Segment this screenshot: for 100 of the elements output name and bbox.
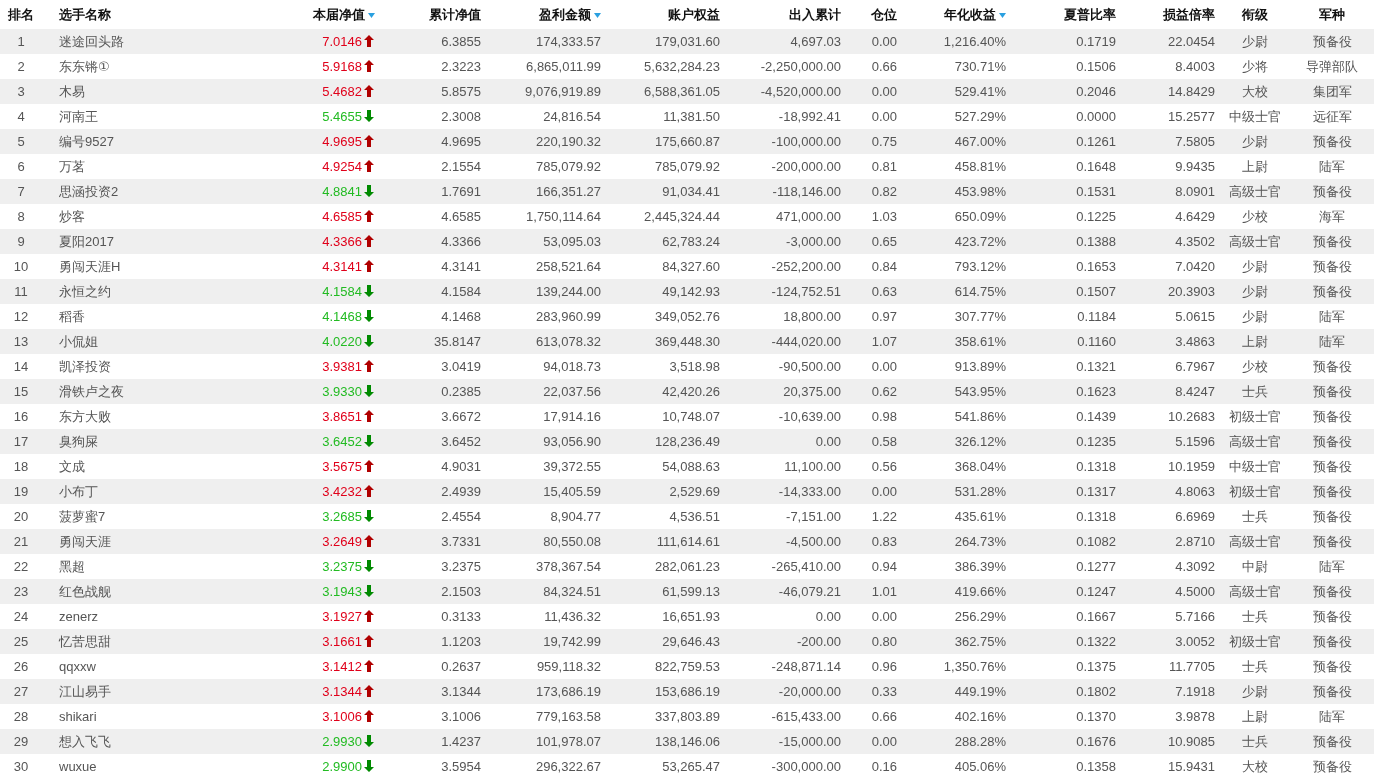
- table-cell: 海军: [1319, 208, 1345, 224]
- column-header: 损益倍率: [1163, 6, 1215, 22]
- table-cell: 22,037.56: [543, 384, 601, 399]
- table-cell: 6.6969: [1175, 509, 1215, 524]
- sort-icon[interactable]: [594, 12, 601, 18]
- table-cell: 少校: [1242, 358, 1268, 374]
- table-cell: 18: [13, 459, 29, 474]
- table-cell: 高级士官: [1229, 183, 1281, 199]
- table-cell: 6,588,361.05: [644, 84, 720, 99]
- table-cell: 16,651.93: [662, 609, 720, 624]
- table-cell: 4.9254: [322, 159, 362, 174]
- sort-icon[interactable]: [999, 12, 1006, 18]
- table-cell: 179,031.60: [654, 34, 720, 49]
- table-cell: 0.33: [871, 684, 897, 699]
- column-header: 衔级: [1242, 6, 1268, 22]
- table-cell: -118,146.00: [772, 184, 841, 199]
- table-cell: 369,448.30: [654, 334, 720, 349]
- table-cell: 3.1344: [322, 684, 362, 699]
- table-cell: 128,236.49: [654, 434, 720, 449]
- table-cell: 153,686.19: [654, 684, 720, 699]
- table-cell: 1.22: [871, 509, 897, 524]
- table-cell: 0.1318: [1076, 459, 1116, 474]
- table-cell: 木易: [59, 83, 85, 99]
- table-cell: 793.12%: [954, 259, 1006, 274]
- table-cell: 419.66%: [954, 584, 1006, 599]
- table-cell: 9.9435: [1175, 159, 1215, 174]
- table-cell: 0.00: [871, 109, 897, 124]
- table-cell: 上尉: [1242, 708, 1268, 724]
- table-cell: 256.29%: [954, 609, 1006, 624]
- sort-icon[interactable]: [368, 12, 375, 18]
- table-cell: 435.61%: [954, 509, 1006, 524]
- table-cell: 613,078.32: [535, 334, 601, 349]
- table-cell: 8.4247: [1175, 384, 1215, 399]
- table-cell: 28: [13, 709, 29, 724]
- column-header[interactable]: 本届净值: [313, 6, 365, 22]
- table-cell: 永恒之约: [59, 283, 111, 299]
- table-cell: 3.1344: [441, 684, 481, 699]
- table-cell: 河南王: [59, 108, 98, 124]
- table-cell: 4.9695: [322, 134, 362, 149]
- table-cell: -46,079.21: [778, 584, 841, 599]
- table-cell: 449.19%: [954, 684, 1006, 699]
- table-cell: 预备役: [1312, 258, 1352, 274]
- table-cell: 3.2685: [322, 509, 362, 524]
- table-cell: 258,521.64: [535, 259, 601, 274]
- table-cell: 5.4682: [322, 84, 362, 99]
- table-cell: -3,000.00: [786, 234, 841, 249]
- table-cell: 预备役: [1312, 658, 1352, 674]
- table-cell: 少校: [1242, 208, 1268, 224]
- table-cell: 0.58: [871, 434, 897, 449]
- table-cell: 0.00: [871, 484, 897, 499]
- table-cell: 138,146.06: [654, 734, 720, 749]
- table-cell: 0.1321: [1076, 359, 1116, 374]
- table-cell: 3.1927: [322, 609, 362, 624]
- table-cell: 8.4003: [1175, 59, 1215, 74]
- table-cell: 0.16: [871, 759, 897, 774]
- table-cell: 集团军: [1312, 83, 1352, 99]
- table-cell: 4.0220: [322, 334, 362, 349]
- table-cell: 402.16%: [954, 709, 1006, 724]
- table-cell: 0.1375: [1076, 659, 1116, 674]
- table-cell: 1.4237: [441, 734, 481, 749]
- table-cell: 4: [17, 109, 25, 124]
- table-cell: 785,079.92: [535, 159, 601, 174]
- table-cell: 江山易手: [59, 683, 111, 699]
- table-cell: 11: [14, 284, 28, 299]
- table-cell: 8: [17, 209, 25, 224]
- table-cell: 174,333.57: [535, 34, 601, 49]
- table-cell: 稻香: [59, 308, 85, 324]
- table-cell: 文成: [59, 458, 85, 474]
- table-cell: -100,000.00: [771, 134, 841, 149]
- table-cell: 111,614.61: [656, 534, 720, 549]
- table-cell: 预备役: [1312, 458, 1352, 474]
- table-cell: 166,351.27: [535, 184, 601, 199]
- table-cell: 7.1918: [1175, 684, 1215, 699]
- table-cell: 勇闯天涯: [59, 533, 111, 549]
- table-cell: 53,095.03: [543, 234, 601, 249]
- table-cell: 2.3223: [441, 59, 481, 74]
- column-header: 仓位: [871, 6, 897, 22]
- column-header: 排名: [8, 6, 34, 22]
- table-cell: 3.0419: [441, 359, 481, 374]
- table-cell: 3.6672: [441, 409, 481, 424]
- table-cell: 3.9330: [322, 384, 362, 399]
- table-cell: 7.0146: [322, 34, 362, 49]
- table-cell: 3.4232: [322, 484, 362, 499]
- table-cell: -124,752.51: [771, 284, 841, 299]
- table-cell: 4.3366: [441, 234, 481, 249]
- column-header[interactable]: 盈利金额: [539, 6, 591, 22]
- table-cell: 0.00: [871, 609, 897, 624]
- table-cell: 4.6585: [441, 209, 481, 224]
- table-cell: wuxue: [59, 759, 97, 774]
- table-cell: 预备役: [1312, 608, 1352, 624]
- table-cell: 4.1584: [441, 284, 481, 299]
- table-cell: 2,529.69: [669, 484, 720, 499]
- table-cell: 20,375.00: [783, 384, 841, 399]
- table-cell: 0.84: [871, 259, 897, 274]
- table-cell: 94,018.73: [543, 359, 601, 374]
- table-cell: zenerz: [59, 609, 99, 624]
- table-cell: 7: [17, 184, 25, 199]
- column-header[interactable]: 年化收益: [944, 6, 996, 22]
- table-cell: 3.1943: [322, 584, 362, 599]
- table-cell: -20,000.00: [778, 684, 841, 699]
